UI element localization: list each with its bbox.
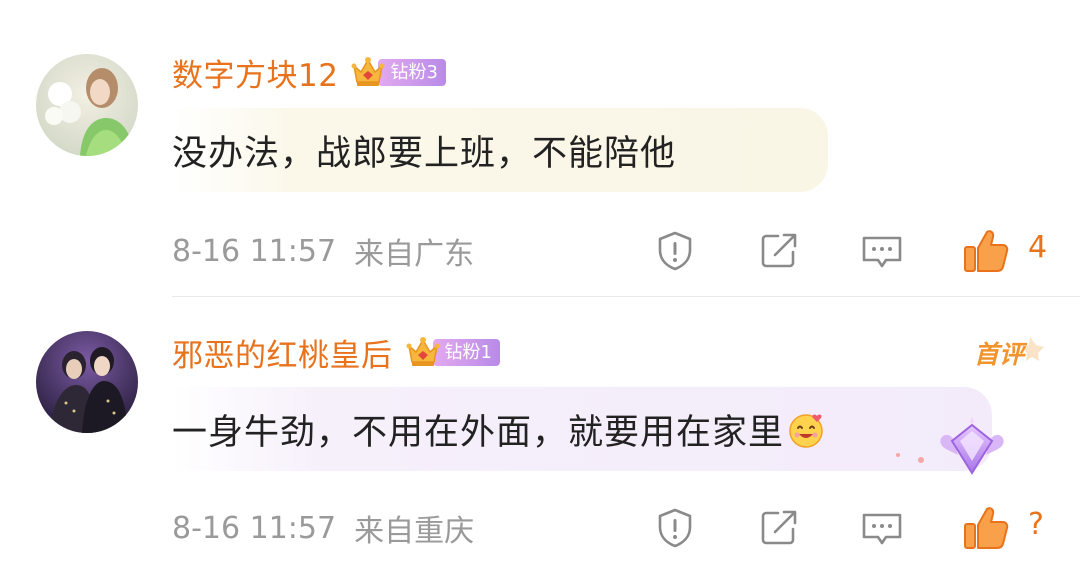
share-icon[interactable] — [755, 504, 803, 552]
comment-time: 8-16 11:57 — [172, 510, 337, 546]
like-count: ? — [1028, 507, 1044, 542]
comment-text: 没办法，战郎要上班，不能陪他 — [172, 133, 677, 174]
first-comment-tag: 首评 — [974, 337, 1044, 369]
comment-text: 一身牛劲，不用在外面，就要用在家里 — [172, 404, 826, 455]
sparkle — [918, 457, 924, 463]
username[interactable]: 数字方块12 — [172, 50, 338, 95]
comment-item: 数字方块12 钻粉3 没办法，战郎要上班，不能陪他 8-16 11:57 来自广… — [0, 0, 1080, 296]
fan-badge-label: 钻粉3 — [378, 58, 446, 86]
reply-icon[interactable] — [858, 227, 906, 275]
user-row: 邪恶的红桃皇后 钻粉1 — [172, 330, 500, 375]
sparkle — [896, 453, 900, 457]
svg-text:首评: 首评 — [974, 340, 1028, 369]
comment-meta: 8-16 11:57 来自重庆 ? — [172, 503, 1080, 553]
avatar[interactable] — [36, 54, 138, 156]
crown-icon — [406, 337, 439, 366]
report-icon[interactable] — [651, 227, 699, 275]
comment-bubble[interactable]: 没办法，战郎要上班，不能陪他 — [172, 108, 828, 192]
reply-icon[interactable] — [858, 504, 906, 552]
fan-badge[interactable]: 钻粉3 — [350, 55, 446, 89]
emoji-smile-icon — [789, 413, 823, 448]
like-icon[interactable] — [962, 227, 1010, 275]
fan-badge-label: 钻粉1 — [432, 338, 500, 366]
comment-location: 来自广东 — [354, 237, 475, 272]
comment-location: 来自重庆 — [354, 514, 475, 549]
username[interactable]: 邪恶的红桃皇后 — [172, 330, 393, 375]
user-row: 数字方块12 钻粉3 — [172, 50, 446, 95]
fan-badge[interactable]: 钻粉1 — [405, 335, 500, 369]
like-icon[interactable] — [962, 504, 1010, 552]
comment-meta: 8-16 11:57 来自广东 4 — [172, 226, 1080, 276]
avatar[interactable] — [36, 331, 138, 433]
share-icon[interactable] — [755, 227, 803, 275]
diamond-badge-icon — [940, 417, 1004, 475]
crown-icon — [351, 57, 385, 86]
comment-time: 8-16 11:57 — [172, 233, 337, 269]
report-icon[interactable] — [651, 504, 699, 552]
comment-item: 邪恶的红桃皇后 钻粉1 首评 一身牛劲，不用在外面，就要用在家里 8-16 11… — [0, 297, 1080, 573]
comment-bubble[interactable]: 一身牛劲，不用在外面，就要用在家里 — [172, 387, 992, 471]
like-count: 4 — [1028, 230, 1048, 265]
